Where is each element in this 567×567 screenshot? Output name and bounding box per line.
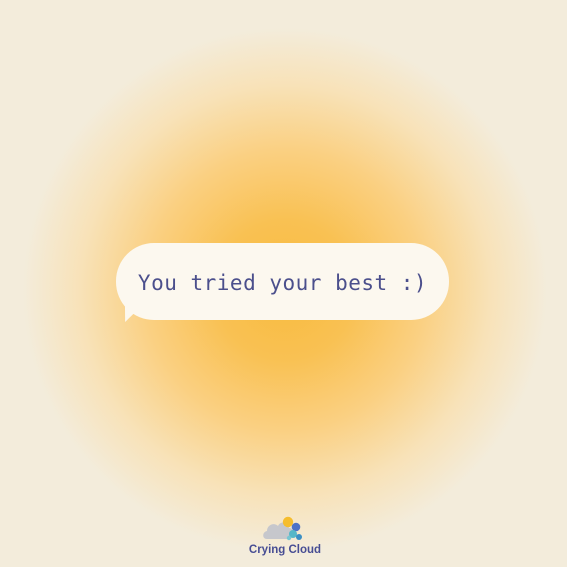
brand-logo: Crying Cloud [237, 515, 333, 563]
cloud-logo-icon [263, 516, 302, 541]
brand-name: Crying Cloud [248, 544, 322, 556]
message-text: You tried your best :) [137, 270, 428, 295]
chat-bubble: You tried your best :) [116, 243, 450, 323]
chat-bubble-body: You tried your best :) [116, 243, 449, 320]
